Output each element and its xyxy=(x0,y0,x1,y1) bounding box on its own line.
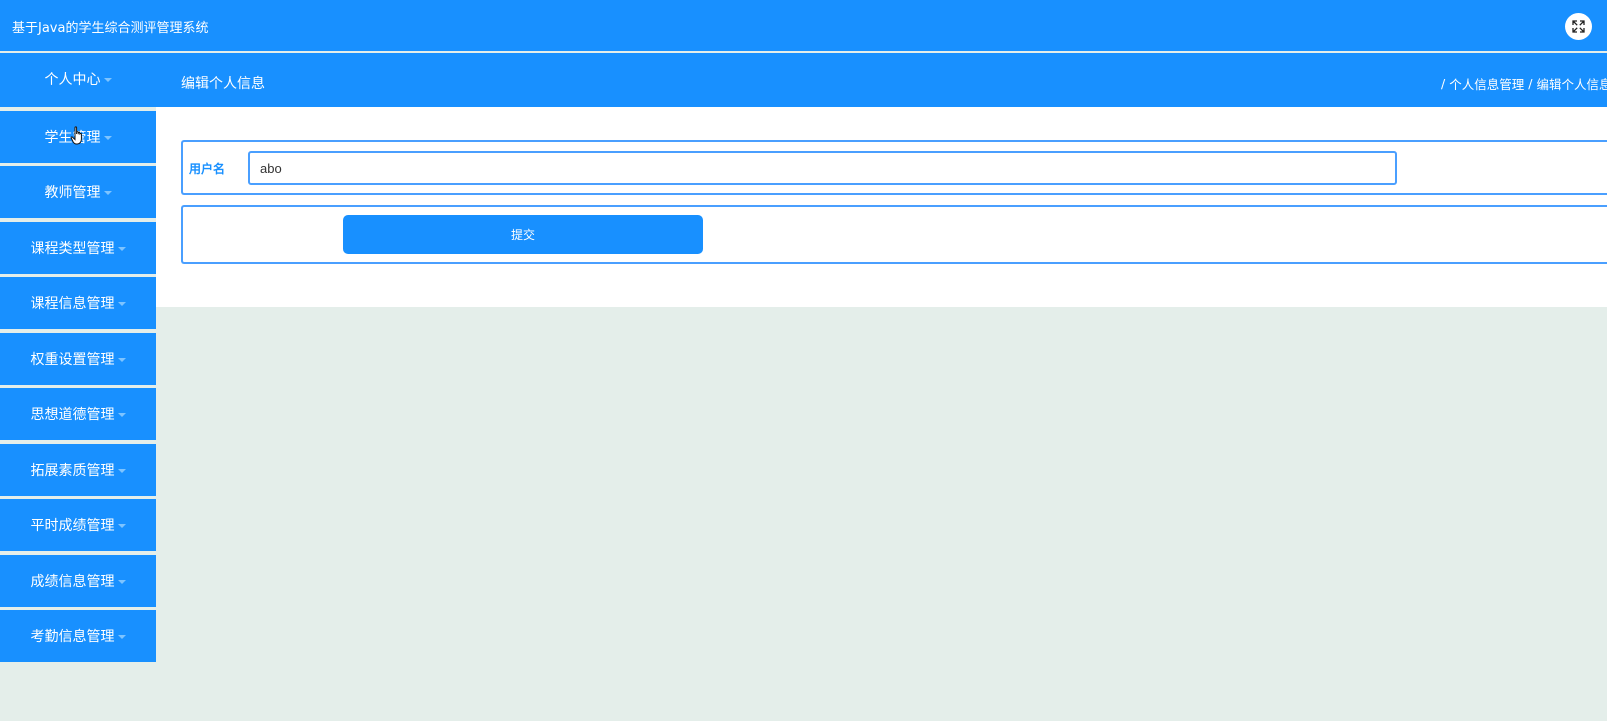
sidebar-item-label: 拓展素质管理 xyxy=(30,463,115,479)
username-input[interactable] xyxy=(248,151,1397,185)
caret-down-icon xyxy=(117,524,126,528)
top-header: 基于Java的学生综合测评管理系统 xyxy=(0,0,1607,51)
sidebar-item-label: 教师管理 xyxy=(44,185,101,201)
caret-down-icon xyxy=(117,469,126,473)
caret-down-icon xyxy=(117,358,126,362)
fullscreen-icon xyxy=(1572,20,1585,33)
sidebar-item-label: 课程信息管理 xyxy=(30,296,115,312)
caret-down-icon xyxy=(117,247,126,251)
caret-down-icon xyxy=(117,302,126,306)
breadcrumb: / 个人信息管理 / 编辑个人信息 xyxy=(1437,74,1607,93)
caret-down-icon xyxy=(103,136,112,140)
caret-down-icon xyxy=(103,191,112,195)
breadcrumb-separator: / xyxy=(1528,76,1533,91)
sidebar-item-moral[interactable]: 思想道德管理 xyxy=(0,388,156,440)
sidebar-item-label: 思想道德管理 xyxy=(30,407,115,423)
app-title: 基于Java的学生综合测评管理系统 xyxy=(12,21,209,36)
sidebar-item-teacher[interactable]: 教师管理 xyxy=(0,166,156,218)
sidebar-item-label: 课程类型管理 xyxy=(30,241,115,257)
page-title: 编辑个人信息 xyxy=(181,76,265,92)
sidebar-item-label: 个人中心 xyxy=(44,72,101,88)
sidebar-item-label: 成绩信息管理 xyxy=(30,574,115,590)
sidebar-item-course-type[interactable]: 课程类型管理 xyxy=(0,222,156,274)
fullscreen-button[interactable] xyxy=(1565,13,1592,40)
sidebar-item-label: 考勤信息管理 xyxy=(30,629,115,645)
form-actions-row: 提交 xyxy=(181,205,1607,264)
sidebar-item-label: 平时成绩管理 xyxy=(30,518,115,534)
caret-down-icon xyxy=(103,78,112,82)
caret-down-icon xyxy=(117,635,126,639)
submit-button[interactable]: 提交 xyxy=(343,215,703,254)
sidebar-item-label: 权重设置管理 xyxy=(30,352,115,368)
sidebar-item-course-info[interactable]: 课程信息管理 xyxy=(0,277,156,329)
username-form-row: 用户名 xyxy=(181,140,1607,195)
sidebar-item-regular-grades[interactable]: 平时成绩管理 xyxy=(0,499,156,551)
breadcrumb-item-current: 编辑个人信息 xyxy=(1536,77,1607,92)
sidebar-item-grade-info[interactable]: 成绩信息管理 xyxy=(0,555,156,607)
caret-down-icon xyxy=(117,413,126,417)
caret-down-icon xyxy=(117,580,126,584)
sidebar-item-attendance[interactable]: 考勤信息管理 xyxy=(0,610,156,662)
breadcrumb-item-info-management[interactable]: 个人信息管理 xyxy=(1449,74,1524,93)
breadcrumb-separator: / xyxy=(1441,76,1446,91)
sidebar-item-personal-center[interactable]: 个人中心 xyxy=(0,53,156,105)
sidebar-item-extended-quality[interactable]: 拓展素质管理 xyxy=(0,444,156,496)
sidebar-item-weight-settings[interactable]: 权重设置管理 xyxy=(0,333,156,385)
hand-cursor-icon xyxy=(70,126,82,145)
username-label: 用户名 xyxy=(189,162,226,176)
